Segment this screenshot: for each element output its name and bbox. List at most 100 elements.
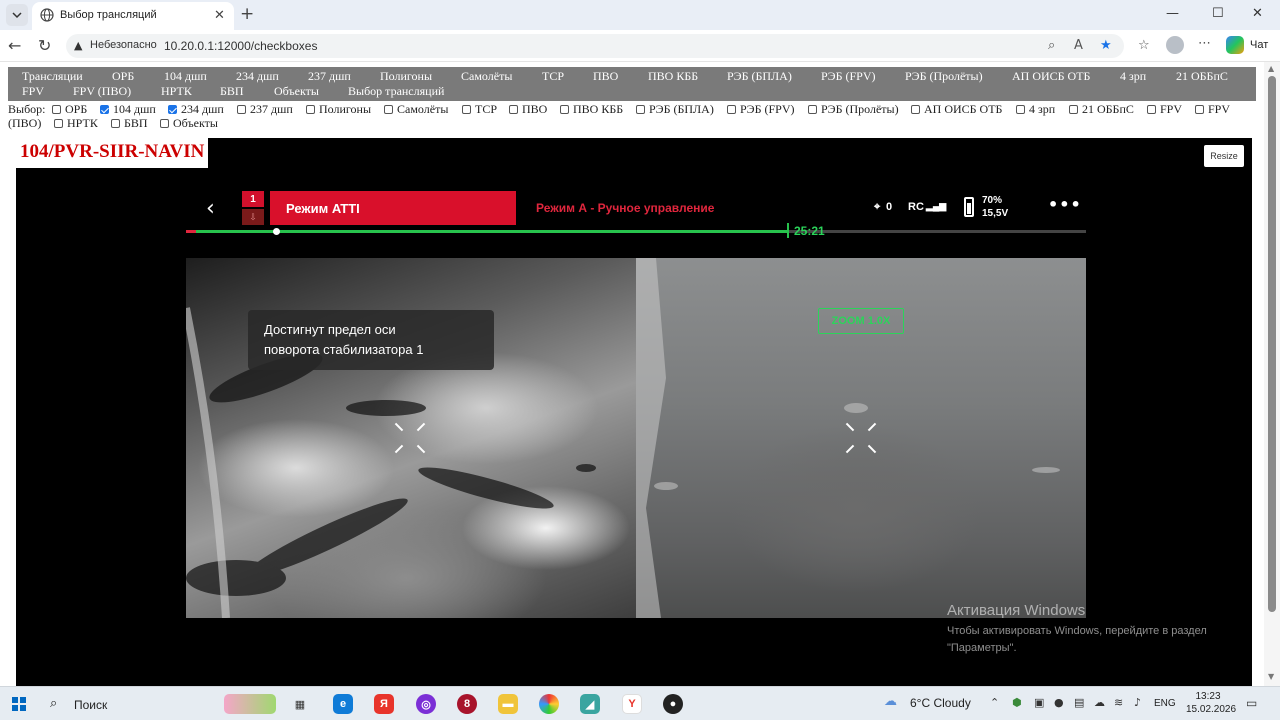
file-explorer-icon[interactable]: ▬ xyxy=(498,694,518,714)
checkbox-ap-oisb[interactable]: АП ОИСБ ОТБ xyxy=(911,102,1002,116)
menu-item-fpv[interactable]: FPV xyxy=(22,84,44,99)
browser-tab[interactable]: Выбор трансляций ✕ xyxy=(32,2,234,30)
menu-item-select-translations[interactable]: Выбор трансляций xyxy=(348,84,444,99)
scroll-down-icon[interactable]: ▼ xyxy=(1268,672,1274,681)
checkbox-box[interactable] xyxy=(111,118,120,128)
purple-app-icon[interactable]: ◎ xyxy=(416,694,436,714)
checkbox-fpv-pvo[interactable]: FPV xyxy=(1195,102,1230,116)
checkbox-pvo[interactable]: ПВО xyxy=(509,102,547,116)
checkbox-box[interactable] xyxy=(1195,104,1204,114)
checkbox-box[interactable] xyxy=(462,104,471,114)
checkbox-box[interactable] xyxy=(54,118,63,128)
menu-item-reb-bpla[interactable]: РЭБ (БПЛА) xyxy=(727,69,792,84)
checkbox-nrtk[interactable]: НРТК xyxy=(54,116,98,130)
checkbox-reb-fpv[interactable]: РЭБ (FPV) xyxy=(727,102,795,116)
read-aloud-icon[interactable]: A xyxy=(1074,38,1083,53)
checkbox-box[interactable] xyxy=(560,104,569,114)
back-arrow-icon[interactable]: ← xyxy=(8,36,21,55)
microphone-icon[interactable]: ● xyxy=(1054,696,1064,709)
volume-icon[interactable]: ♪ xyxy=(1134,696,1141,709)
menu-item-tsr[interactable]: ТСР xyxy=(542,69,564,84)
yandex-icon[interactable]: Я xyxy=(374,694,394,714)
reload-icon[interactable]: ↻ xyxy=(38,36,51,55)
checkbox-box[interactable] xyxy=(100,104,109,114)
checkbox-box[interactable] xyxy=(1069,104,1078,114)
checkbox-pvo-kbb[interactable]: ПВО КББ xyxy=(560,102,623,116)
checkbox-21obbps[interactable]: 21 ОББпС xyxy=(1069,102,1134,116)
checkbox-box[interactable] xyxy=(52,104,61,114)
profile-avatar[interactable] xyxy=(1166,36,1184,54)
menu-item-pvo-kbb[interactable]: ПВО КББ xyxy=(648,69,698,84)
menu-item-104[interactable]: 104 дшп xyxy=(164,69,207,84)
tray-expand-icon[interactable]: ⌃ xyxy=(990,696,999,709)
video-stream[interactable]: 104/PVR-SIIR-NAVIN Resize ‹ 1 ⇩ Режим AT… xyxy=(16,138,1252,686)
checkbox-objects[interactable]: Объекты xyxy=(160,116,218,130)
menu-item-bvp[interactable]: БВП xyxy=(220,84,244,99)
menu-item-nrtk[interactable]: НРТК xyxy=(161,84,192,99)
checkbox-polygons[interactable]: Полигоны xyxy=(306,102,371,116)
checkbox-234[interactable]: 234 дшп xyxy=(168,102,224,116)
copilot-icon[interactable] xyxy=(1226,36,1244,54)
checkbox-fpv[interactable]: FPV xyxy=(1147,102,1182,116)
resize-button[interactable]: Resize xyxy=(1204,145,1244,167)
system-clock[interactable]: 13:23 15.02.2026 xyxy=(1186,690,1236,716)
address-input[interactable]: ▲ Небезопасно 10.20.0.1:12000/checkboxes… xyxy=(66,34,1124,58)
checkbox-reb-flights[interactable]: РЭБ (Пролёты) xyxy=(808,102,899,116)
windows-start-icon[interactable] xyxy=(12,697,26,711)
menu-item-reb-flights[interactable]: РЭБ (Пролёты) xyxy=(905,69,983,84)
menu-item-translations[interactable]: Трансляции xyxy=(22,69,83,84)
task-view-icon[interactable]: ▦ xyxy=(290,694,310,714)
red-app-icon[interactable]: 8 xyxy=(457,694,477,714)
tray-media-icon[interactable]: ▤ xyxy=(1074,696,1084,709)
notification-icon[interactable]: ▭ xyxy=(1246,696,1257,710)
checkbox-box[interactable] xyxy=(160,118,169,128)
menu-item-reb-fpv[interactable]: РЭБ (FPV) xyxy=(821,69,876,84)
wifi-icon[interactable]: ≋ xyxy=(1114,696,1123,709)
page-scrollbar[interactable]: ▲ ▼ xyxy=(1264,62,1280,686)
teal-app-icon[interactable]: ◢ xyxy=(580,694,600,714)
maximize-button[interactable]: ☐ xyxy=(1212,6,1224,21)
language-indicator[interactable]: ENG xyxy=(1154,698,1176,709)
security-label[interactable]: Небезопасно xyxy=(90,39,157,51)
checkbox-box[interactable] xyxy=(808,104,817,114)
checkbox-237[interactable]: 237 дшп xyxy=(237,102,293,116)
checkbox-box[interactable] xyxy=(168,104,177,114)
favorites-icon[interactable]: ☆ xyxy=(1138,38,1150,53)
checkbox-box[interactable] xyxy=(509,104,518,114)
checkbox-box[interactable] xyxy=(911,104,920,114)
checkbox-box[interactable] xyxy=(237,104,246,114)
checkbox-planes[interactable]: Самолёты xyxy=(384,102,448,116)
checkbox-box[interactable] xyxy=(636,104,645,114)
menu-item-4zrp[interactable]: 4 зрп xyxy=(1120,69,1146,84)
menu-item-ap-oisb[interactable]: АП ОИСБ ОТБ xyxy=(1012,69,1090,84)
menu-item-polygons[interactable]: Полигоны xyxy=(380,69,432,84)
checkbox-box[interactable] xyxy=(384,104,393,114)
checkbox-orb[interactable]: ОРБ xyxy=(52,102,87,116)
checkbox-box[interactable] xyxy=(1016,104,1025,114)
checkbox-box[interactable] xyxy=(727,104,736,114)
close-tab-icon[interactable]: ✕ xyxy=(214,8,225,23)
minimize-button[interactable]: — xyxy=(1166,6,1179,21)
menu-item-orb[interactable]: ОРБ xyxy=(112,69,134,84)
widgets-icon[interactable] xyxy=(224,694,276,714)
checkbox-box[interactable] xyxy=(1147,104,1156,114)
checkbox-tsr[interactable]: ТСР xyxy=(462,102,497,116)
more-menu-icon[interactable]: ⋯ xyxy=(1198,36,1211,51)
chrome-icon[interactable] xyxy=(539,694,559,714)
tray-cloud-icon[interactable]: ☁ xyxy=(1094,696,1105,709)
tray-app-icon[interactable]: ⬢ xyxy=(1012,696,1022,709)
close-window-button[interactable]: ✕ xyxy=(1252,6,1263,21)
favorite-star-icon[interactable]: ★ xyxy=(1100,38,1112,53)
new-tab-button[interactable]: + xyxy=(240,4,254,24)
yandex-browser-icon[interactable]: Y xyxy=(622,694,642,714)
weather-text[interactable]: 6°C Cloudy xyxy=(910,696,971,710)
menu-item-objects[interactable]: Объекты xyxy=(274,84,319,99)
menu-item-237[interactable]: 237 дшп xyxy=(308,69,351,84)
scrollbar-thumb[interactable] xyxy=(1268,76,1276,612)
checkbox-reb-bpla[interactable]: РЭБ (БПЛА) xyxy=(636,102,714,116)
tray-device-icon[interactable]: ▣ xyxy=(1034,696,1044,709)
url-text[interactable]: 10.20.0.1:12000/checkboxes xyxy=(164,39,317,53)
checkbox-box[interactable] xyxy=(306,104,315,114)
menu-item-fpv-pvo[interactable]: FPV (ПВО) xyxy=(73,84,131,99)
scroll-up-icon[interactable]: ▲ xyxy=(1268,64,1274,73)
